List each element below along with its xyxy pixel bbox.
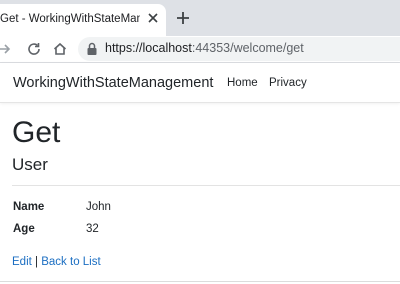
link-separator: | [35, 256, 39, 268]
browser-toolbar: https://localhost:44353/welcome/get [0, 36, 400, 63]
edit-link[interactable]: Edit [12, 256, 32, 268]
nav-link-home[interactable]: Home [227, 77, 258, 89]
close-tab-icon[interactable] [145, 10, 161, 26]
action-links: Edit | Back to List [12, 256, 101, 268]
back-to-list-link[interactable]: Back to List [41, 256, 100, 268]
new-tab-icon[interactable] [175, 10, 191, 26]
home-icon[interactable] [52, 41, 68, 57]
detail-label-name: Name [13, 201, 45, 213]
address-bar[interactable]: https://localhost:44353/welcome/get [78, 37, 400, 61]
site-navbar: WorkingWithStateManagement Home Privacy [0, 63, 400, 103]
browser-tab-strip: Get - WorkingWithStateManagem [0, 0, 400, 36]
tab-title: Get - WorkingWithStateManagem [0, 13, 140, 25]
detail-value-name: John [86, 201, 111, 213]
detail-label-age: Age [13, 223, 35, 235]
navbar-brand[interactable]: WorkingWithStateManagement [13, 75, 213, 91]
nav-link-privacy[interactable]: Privacy [269, 77, 307, 89]
reload-icon[interactable] [26, 41, 42, 57]
browser-tab[interactable]: Get - WorkingWithStateManagem [0, 4, 166, 36]
lock-icon[interactable] [86, 42, 98, 56]
url-text: https://localhost:44353/welcome/get [105, 41, 304, 55]
page-title: Get [12, 116, 61, 149]
page-subtitle: User [12, 155, 48, 174]
divider [12, 185, 400, 186]
footer-border [0, 281, 400, 282]
forward-icon[interactable] [0, 41, 12, 57]
detail-value-age: 32 [86, 223, 99, 235]
